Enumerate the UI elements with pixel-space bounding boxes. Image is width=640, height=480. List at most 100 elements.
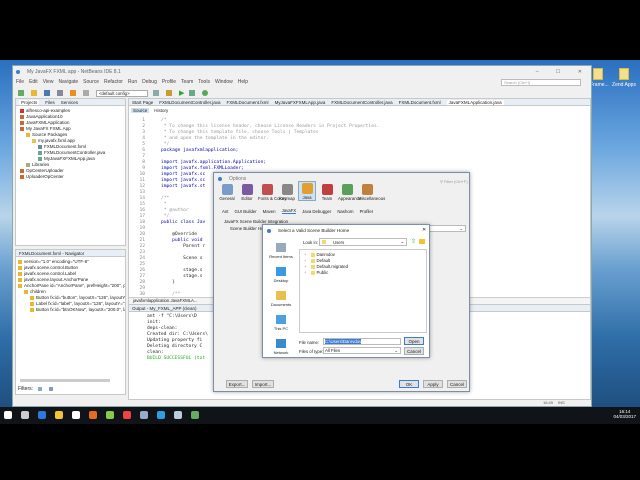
run-icon[interactable]: ▶ bbox=[179, 89, 184, 97]
options-subtab-javafx[interactable]: JavaFX bbox=[281, 208, 297, 214]
netbeans-icon[interactable] bbox=[174, 411, 182, 419]
save-icon[interactable] bbox=[44, 90, 50, 96]
taskbar-clock[interactable]: 16:14 04/03/2017 bbox=[613, 409, 636, 419]
apply-button[interactable]: Apply bbox=[423, 380, 443, 388]
save-all-icon[interactable] bbox=[57, 90, 63, 96]
new-folder-icon[interactable] bbox=[419, 239, 425, 244]
config-select[interactable]: <default config> bbox=[96, 89, 148, 97]
file-explorer-icon[interactable] bbox=[55, 411, 63, 419]
expand-icon[interactable]: + bbox=[304, 270, 307, 275]
tab-projects[interactable]: Projects bbox=[19, 99, 40, 105]
source-tab[interactable]: Source bbox=[131, 108, 150, 113]
menu-file[interactable]: File bbox=[16, 79, 24, 85]
new-project-icon[interactable] bbox=[31, 90, 37, 96]
profile-icon[interactable] bbox=[202, 90, 209, 96]
code-line: public class Jav bbox=[161, 220, 206, 225]
filter-icon[interactable] bbox=[49, 387, 53, 391]
menu-profile[interactable]: Profile bbox=[162, 79, 176, 85]
options-category-general[interactable]: General bbox=[218, 182, 236, 201]
tree-node-label: MyJavaFXFXMLApp.java bbox=[44, 156, 95, 161]
build-icon[interactable] bbox=[153, 90, 159, 96]
options-category-miscellaneous[interactable]: Miscellaneous bbox=[358, 182, 385, 201]
menu-help[interactable]: Help bbox=[238, 79, 248, 85]
menu-navigate[interactable]: Navigate bbox=[58, 79, 78, 85]
desktop-icon-zend-apps[interactable]: Zend Apps bbox=[604, 68, 640, 88]
options-category-keymap[interactable]: Keymap bbox=[278, 182, 296, 201]
window-controls[interactable]: – ☐ ✕ bbox=[536, 69, 590, 75]
editor-tab[interactable]: MyJavaFXFXMLApp.java bbox=[275, 100, 326, 105]
expand-icon[interactable]: + bbox=[304, 252, 307, 257]
media-icon[interactable] bbox=[191, 411, 199, 419]
app-icon[interactable] bbox=[140, 411, 148, 419]
menu-refactor[interactable]: Refactor bbox=[104, 79, 123, 85]
options-subtab-nashorn[interactable]: Nashorn bbox=[337, 209, 353, 214]
start-icon[interactable] bbox=[4, 411, 12, 419]
navigator-item[interactable]: Button fx:id="btnOKNow", layoutX="200.0"… bbox=[18, 307, 125, 313]
editor-tab[interactable]: FXMLDocumentController.java bbox=[331, 100, 392, 105]
options-category-appearance[interactable]: Appearance bbox=[338, 182, 361, 201]
notepad-icon[interactable] bbox=[106, 411, 114, 419]
options-subtab-java-debugger[interactable]: Java Debugger bbox=[302, 209, 331, 214]
place-desktop[interactable]: Desktop bbox=[266, 267, 296, 291]
menu-debug[interactable]: Debug bbox=[142, 79, 157, 85]
file-list[interactable]: + Danrvdov + Default + Default.migrated + Publi… bbox=[299, 249, 427, 333]
debug-icon[interactable] bbox=[189, 90, 196, 96]
place-documents[interactable]: Documents bbox=[266, 291, 296, 315]
store-icon[interactable] bbox=[72, 411, 80, 419]
options-subtab-profiler[interactable]: Profiler bbox=[360, 209, 374, 214]
options-filter-input[interactable]: ⚲ Filter (Ctrl+F) bbox=[440, 179, 468, 184]
project-tree-item[interactable]: UploaderOpCenter bbox=[18, 174, 123, 180]
task-view-icon[interactable] bbox=[21, 411, 29, 419]
menu-run[interactable]: Run bbox=[128, 79, 137, 85]
tab-services[interactable]: Services bbox=[61, 100, 78, 105]
chrome-icon[interactable] bbox=[123, 411, 131, 419]
editor-tab[interactable]: FXMLDocument.fxml bbox=[399, 100, 441, 105]
skype-icon[interactable] bbox=[157, 411, 165, 419]
up-folder-icon[interactable]: ⇧ bbox=[411, 238, 416, 245]
close-icon[interactable]: ✕ bbox=[422, 227, 426, 233]
editor-tab[interactable]: FXMLDocument.fxml bbox=[227, 100, 269, 105]
new-file-icon[interactable] bbox=[18, 90, 24, 96]
menu-edit[interactable]: Edit bbox=[29, 79, 38, 85]
import-button[interactable]: Import... bbox=[252, 380, 274, 388]
file-name-input[interactable]: C:\Users\Danrvdov bbox=[323, 338, 401, 345]
history-tab[interactable]: History bbox=[154, 108, 168, 113]
clean-build-icon[interactable] bbox=[166, 90, 172, 96]
menu-source[interactable]: Source bbox=[83, 79, 99, 85]
tab-files[interactable]: Files bbox=[45, 100, 55, 105]
files-of-type-combo[interactable]: All Files ⌄ bbox=[323, 347, 401, 354]
look-in-combo[interactable]: Users ⌄ bbox=[319, 238, 407, 246]
options-subtab-ant[interactable]: Ant bbox=[222, 209, 228, 214]
editor-tab[interactable]: Start Page bbox=[132, 100, 153, 105]
filter-icon[interactable] bbox=[38, 387, 42, 391]
ok-button[interactable]: OK bbox=[399, 380, 419, 388]
options-category-editor[interactable]: Editor bbox=[238, 182, 256, 201]
search-input[interactable]: Search (Ctrl+I) bbox=[501, 79, 581, 86]
edge-icon[interactable] bbox=[38, 411, 46, 419]
expand-icon[interactable]: + bbox=[304, 258, 307, 263]
file-item[interactable]: + Public bbox=[304, 270, 422, 276]
redo-icon[interactable] bbox=[83, 90, 89, 96]
expand-icon[interactable]: + bbox=[304, 264, 307, 269]
options-category-fonts-colors[interactable]: Fonts & Colors bbox=[258, 182, 286, 201]
cancel-button[interactable]: Cancel bbox=[447, 380, 467, 388]
editor-tab[interactable]: FXMLDocumentController.java bbox=[159, 100, 220, 105]
menu-view[interactable]: View bbox=[43, 79, 54, 85]
menu-team[interactable]: Team bbox=[181, 79, 193, 85]
menu-tools[interactable]: Tools bbox=[198, 79, 210, 85]
options-category-team[interactable]: Team bbox=[318, 182, 336, 201]
export-button[interactable]: Export... bbox=[226, 380, 248, 388]
menu-window[interactable]: Window bbox=[215, 79, 233, 85]
firefox-icon[interactable] bbox=[89, 411, 97, 419]
place-recent-items[interactable]: Recent Items bbox=[266, 243, 296, 267]
chooser-cancel-button[interactable]: Cancel bbox=[404, 347, 424, 355]
undo-icon[interactable] bbox=[70, 90, 76, 96]
place-this-pc[interactable]: This PC bbox=[266, 315, 296, 339]
options-category-java[interactable]: Java bbox=[298, 181, 316, 201]
options-subtab-maven[interactable]: Maven bbox=[263, 209, 276, 214]
open-button[interactable]: Open bbox=[404, 337, 424, 345]
editor-tab[interactable]: JavaFXMLApplication.java bbox=[446, 99, 504, 105]
options-subtab-gui-builder[interactable]: GUI Builder bbox=[234, 209, 256, 214]
place-network[interactable]: Network bbox=[266, 339, 296, 363]
horizontal-scrollbar[interactable] bbox=[20, 379, 110, 382]
